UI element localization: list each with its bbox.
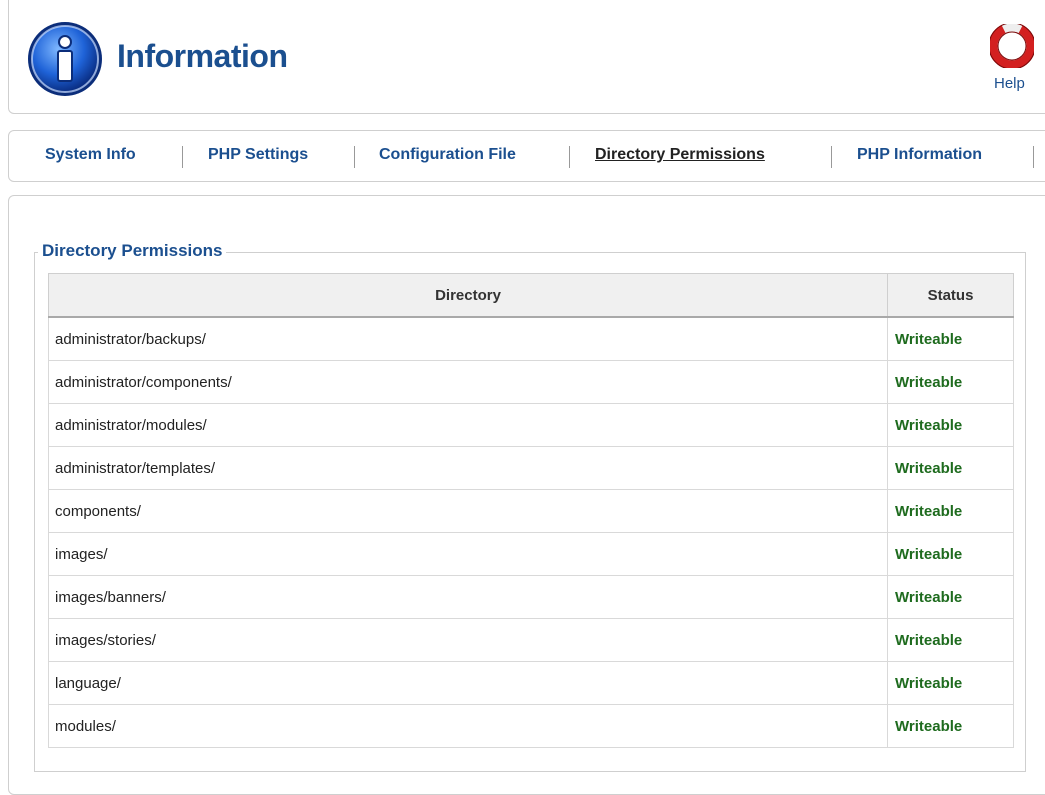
status-cell: Writeable [887,704,1014,748]
column-header-directory: Directory [48,273,888,318]
directory-cell: images/banners/ [48,575,888,619]
status-cell: Writeable [887,489,1014,533]
tab-separator [569,146,570,168]
tab-php-settings[interactable]: PHP Settings [208,146,308,164]
page-title: Information [117,38,288,74]
column-header-status: Status [887,273,1014,318]
table-row: administrator/modules/Writeable [48,403,1014,447]
directory-cell: administrator/templates/ [48,446,888,490]
table-row: images/stories/Writeable [48,618,1014,662]
info-icon [28,22,102,96]
status-cell: Writeable [887,661,1014,705]
help-label: Help [994,75,1025,92]
status-cell: Writeable [887,446,1014,490]
directory-cell: administrator/components/ [48,360,888,404]
status-cell: Writeable [887,532,1014,576]
tab-system-info[interactable]: System Info [45,146,136,164]
table-row: components/Writeable [48,489,1014,533]
table-row: modules/Writeable [48,704,1014,748]
tab-bar: System Info PHP Settings Configuration F… [8,130,1045,182]
tab-separator [1033,146,1034,168]
tab-separator [182,146,183,168]
tab-directory-permissions[interactable]: Directory Permissions [595,146,765,164]
tab-configuration-file[interactable]: Configuration File [379,146,516,164]
table-row: language/Writeable [48,661,1014,705]
status-cell: Writeable [887,360,1014,404]
tab-php-information[interactable]: PHP Information [857,146,982,164]
directory-cell: language/ [48,661,888,705]
status-cell: Writeable [887,316,1014,361]
directory-cell: images/ [48,532,888,576]
table-row: administrator/templates/Writeable [48,446,1014,490]
status-cell: Writeable [887,403,1014,447]
directory-cell: administrator/backups/ [48,316,888,361]
status-cell: Writeable [887,618,1014,662]
table-header-row: Directory Status [48,273,1014,318]
tab-separator [354,146,355,168]
table-row: images/banners/Writeable [48,575,1014,619]
directory-cell: administrator/modules/ [48,403,888,447]
tab-separator [831,146,832,168]
directory-cell: modules/ [48,704,888,748]
directory-cell: components/ [48,489,888,533]
table-row: administrator/backups/Writeable [48,316,1014,361]
status-cell: Writeable [887,575,1014,619]
table-row: images/Writeable [48,532,1014,576]
table-row: administrator/components/Writeable [48,360,1014,404]
permissions-table: Directory Status administrator/backups/W… [48,273,1014,748]
fieldset-legend: Directory Permissions [38,241,227,261]
directory-cell: images/stories/ [48,618,888,662]
help-button[interactable]: Help [980,20,1040,100]
lifebuoy-icon [990,24,1034,68]
